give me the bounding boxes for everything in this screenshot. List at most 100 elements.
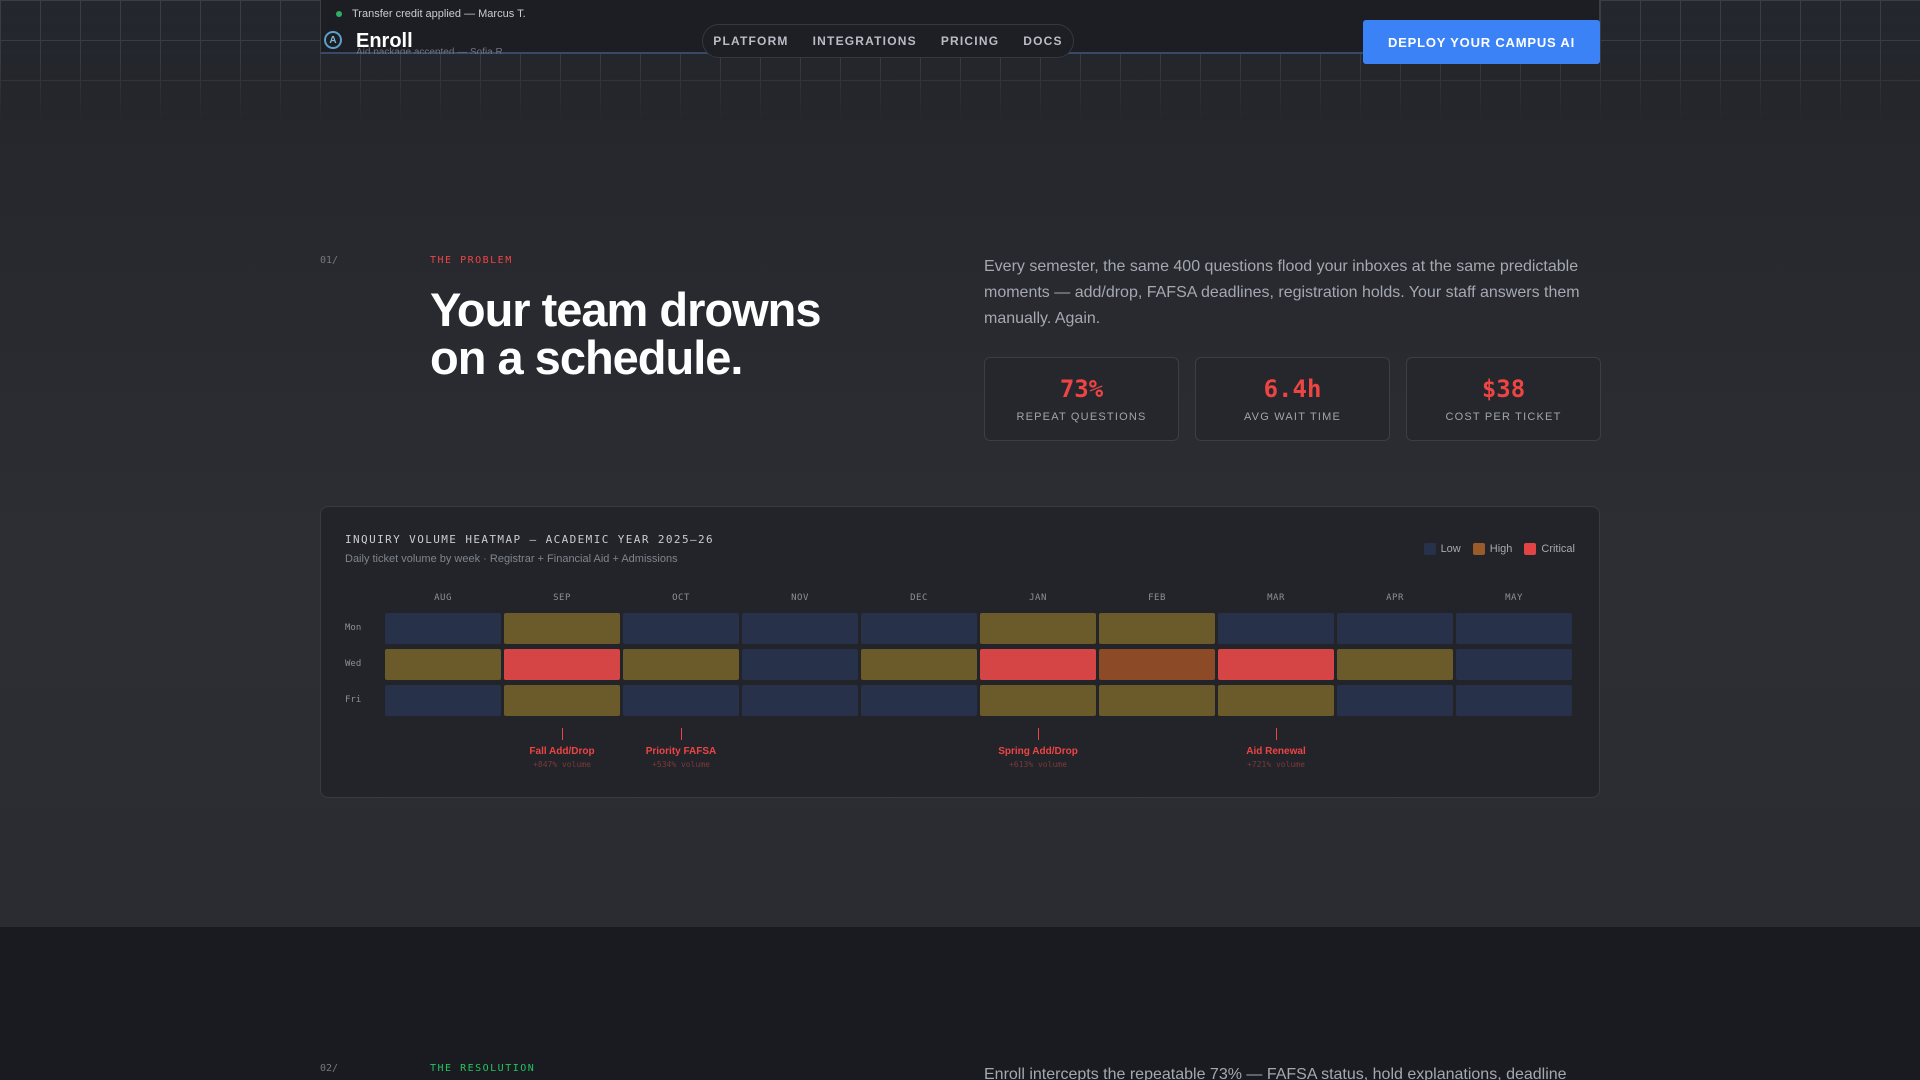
heatmap-cell[interactable] (385, 685, 501, 716)
heatmap-cell[interactable] (1456, 649, 1572, 680)
main-nav: PLATFORM INTEGRATIONS PRICING DOCS (702, 24, 1074, 58)
peak-volume: +613% volume (1009, 760, 1067, 769)
legend-label: Low (1440, 543, 1461, 555)
peak-name: Spring Add/Drop (998, 746, 1078, 757)
month-label-sep: SEP (553, 593, 571, 603)
heatmap-cell[interactable] (1337, 685, 1453, 716)
legend-item-low: Low (1423, 543, 1461, 555)
peak-marker (1275, 728, 1277, 740)
legend-item-high: High (1472, 543, 1513, 555)
heatmap-cell[interactable] (1337, 613, 1453, 644)
heatmap-cell[interactable] (861, 613, 977, 644)
heatmap-cell[interactable] (1099, 649, 1215, 680)
day-label-wed: Wed (345, 659, 362, 669)
peak-annotation: Fall Add/Drop +847% volume (504, 728, 620, 769)
month-label-jan: JAN (1029, 593, 1047, 603)
stat-label: COST PER TICKET (1445, 411, 1562, 423)
brand-name[interactable]: Enroll (356, 30, 413, 53)
legend-swatch-high (1472, 543, 1485, 555)
heatmap-cell[interactable] (742, 649, 858, 680)
heatmap-title: INQUIRY VOLUME HEATMAP — ACADEMIC YEAR 2… (345, 533, 715, 546)
stat-card-cost-per-ticket: $38 COST PER TICKET (1406, 357, 1601, 441)
resolution-section-background (0, 927, 1920, 1080)
section-eyebrow: THE PROBLEM (430, 255, 513, 266)
month-label-feb: FEB (1148, 593, 1166, 603)
stat-label: REPEAT QUESTIONS (1016, 411, 1147, 423)
nav-pricing[interactable]: PRICING (941, 34, 999, 48)
heatmap-cell[interactable] (385, 613, 501, 644)
peak-annotation: Priority FAFSA +534% volume (623, 728, 739, 769)
stat-card-wait-time: 6.4h AVG WAIT TIME (1195, 357, 1390, 441)
month-label-dec: DEC (910, 593, 928, 603)
stat-label: AVG WAIT TIME (1243, 411, 1342, 423)
activity-ticker: Transfer credit applied — Marcus T. (336, 8, 526, 20)
legend-item-critical: Critical (1524, 543, 1575, 555)
month-label-apr: APR (1386, 593, 1404, 603)
page-title: Your team drowns on a schedule. (430, 286, 870, 382)
peak-marker (1037, 728, 1039, 740)
stat-value: 73% (1059, 375, 1104, 403)
heatmap-cell[interactable] (623, 685, 739, 716)
peak-volume: +534% volume (652, 760, 710, 769)
peak-marker (561, 728, 563, 740)
problem-description: Every semester, the same 400 questions f… (984, 258, 1580, 327)
legend-label: High (1489, 543, 1513, 555)
heatmap-cell[interactable] (1337, 649, 1453, 680)
heatmap-cell[interactable] (742, 613, 858, 644)
heatmap-cell[interactable] (980, 685, 1096, 716)
heatmap-cell[interactable] (1218, 685, 1334, 716)
month-label-mar: MAR (1267, 593, 1285, 603)
heatmap-cell[interactable] (742, 685, 858, 716)
stats-row: 73% REPEAT QUESTIONS 6.4h AVG WAIT TIME … (984, 357, 1601, 441)
peak-annotation: Spring Add/Drop +613% volume (980, 728, 1096, 769)
peak-name: Fall Add/Drop (529, 746, 595, 757)
month-label-may: MAY (1505, 593, 1523, 603)
heatmap-cell[interactable] (861, 649, 977, 680)
headline-line-1: Your team drowns (430, 283, 822, 336)
heatmap-cell[interactable] (1099, 613, 1215, 644)
month-label-oct: OCT (672, 593, 690, 603)
headline-line-2: on a schedule. (430, 331, 743, 384)
stat-card-repeat-questions: 73% REPEAT QUESTIONS (984, 357, 1179, 441)
peak-volume: +721% volume (1247, 760, 1305, 769)
heatmap-cell[interactable] (623, 649, 739, 680)
heatmap-cell[interactable] (1218, 649, 1334, 680)
heatmap-cell[interactable] (504, 685, 620, 716)
peak-volume: +847% volume (533, 760, 591, 769)
nav-platform[interactable]: PLATFORM (713, 34, 788, 48)
heatmap-cell[interactable] (504, 613, 620, 644)
nav-docs[interactable]: DOCS (1023, 34, 1062, 48)
nav-integrations[interactable]: INTEGRATIONS (813, 34, 917, 48)
section-eyebrow-2: THE RESOLUTION (430, 1063, 536, 1074)
section-number: 01/ (320, 255, 339, 266)
heatmap-cell[interactable] (1456, 685, 1572, 716)
ticker-item: Transfer credit applied — Marcus T. (352, 8, 526, 20)
legend-swatch-critical (1524, 543, 1537, 555)
month-label-aug: AUG (434, 593, 452, 603)
stat-value: $38 (1481, 375, 1526, 403)
heatmap-legend: Low High Critical (1423, 543, 1575, 555)
peak-annotation: Aid Renewal +721% volume (1218, 728, 1334, 769)
heatmap-cell[interactable] (1456, 613, 1572, 644)
peak-name: Aid Renewal (1246, 746, 1306, 757)
deploy-campus-ai-button[interactable]: DEPLOY YOUR CAMPUS AI (1363, 20, 1600, 64)
heatmap-cell[interactable] (1099, 685, 1215, 716)
day-label-fri: Fri (345, 695, 362, 705)
heatmap-cell[interactable] (980, 613, 1096, 644)
section-number-2: 02/ (320, 1063, 339, 1074)
peak-marker (680, 728, 682, 740)
month-label-nov: NOV (791, 593, 809, 603)
heatmap-cell[interactable] (623, 613, 739, 644)
heatmap-cell[interactable] (504, 649, 620, 680)
heatmap-cell[interactable] (980, 649, 1096, 680)
heatmap-cell[interactable] (1218, 613, 1334, 644)
heatmap-cell[interactable] (385, 649, 501, 680)
heatmap-subtitle: Daily ticket volume by week · Registrar … (345, 553, 678, 565)
day-label-mon: Mon (345, 623, 362, 633)
live-dot-icon (336, 11, 342, 17)
stat-value: 6.4h (1263, 375, 1322, 403)
enroll-logo-icon[interactable]: A (324, 31, 342, 49)
peak-name: Priority FAFSA (645, 746, 717, 757)
legend-swatch-low (1423, 543, 1436, 555)
heatmap-cell[interactable] (861, 685, 977, 716)
